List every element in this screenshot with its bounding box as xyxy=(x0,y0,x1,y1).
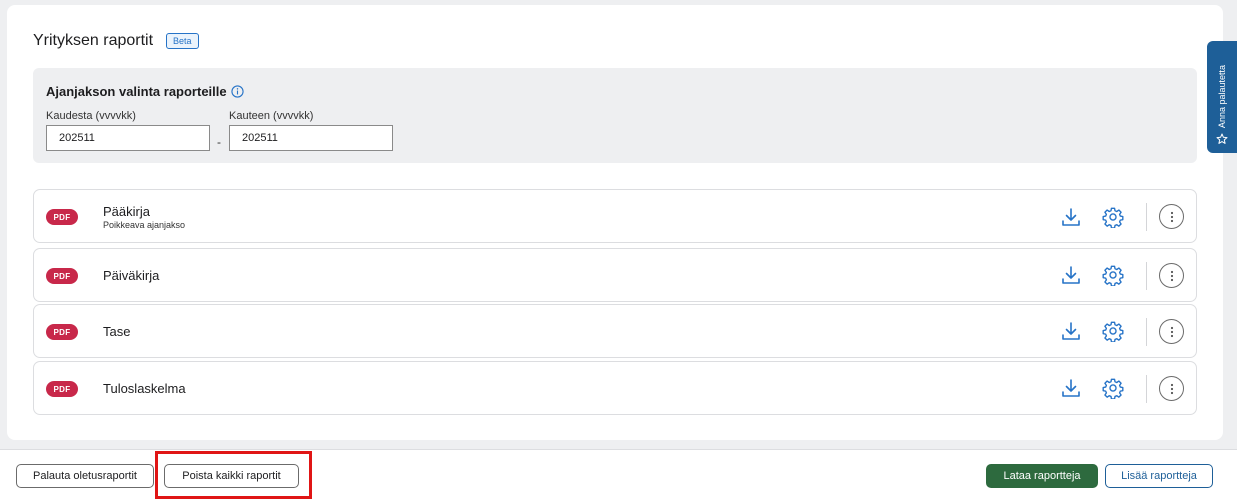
info-icon[interactable] xyxy=(230,85,244,98)
report-name: Tuloslaskelma xyxy=(103,381,186,396)
report-row-paakirja[interactable]: PDF Pääkirja Poikkeava ajanjakso xyxy=(33,189,1197,243)
download-icon[interactable] xyxy=(1059,205,1083,229)
report-row-tuloslaskelma[interactable]: PDF Tuloslaskelma xyxy=(33,361,1197,415)
gear-icon[interactable] xyxy=(1101,319,1125,343)
row-divider xyxy=(1146,262,1147,290)
reports-card: Yrityksen raportit Beta Ajanjakson valin… xyxy=(7,5,1223,440)
title-row: Yrityksen raportit Beta xyxy=(33,32,199,50)
period-heading: Ajanjakson valinta raporteille xyxy=(46,84,244,99)
highlight-frame xyxy=(155,451,312,499)
beta-badge: Beta xyxy=(166,33,199,49)
report-row-paivakirja[interactable]: PDF Päiväkirja xyxy=(33,248,1197,302)
pdf-badge: PDF xyxy=(46,268,78,284)
page-title: Yrityksen raportit xyxy=(33,32,154,49)
more-vertical-icon[interactable] xyxy=(1159,204,1184,229)
pdf-badge: PDF xyxy=(46,209,78,225)
download-icon[interactable] xyxy=(1059,263,1083,287)
row-divider xyxy=(1146,318,1147,346)
feedback-tab[interactable]: Anna palautetta xyxy=(1207,41,1237,153)
row-divider xyxy=(1146,203,1147,231)
report-name: Päiväkirja xyxy=(103,268,160,283)
from-period-input[interactable] xyxy=(46,125,210,151)
download-icon[interactable] xyxy=(1059,319,1083,343)
download-icon[interactable] xyxy=(1059,376,1083,400)
more-vertical-icon[interactable] xyxy=(1159,376,1184,401)
period-selection: Ajanjakson valinta raporteille Kaudesta … xyxy=(33,68,1197,163)
pdf-badge: PDF xyxy=(46,324,78,340)
report-row-tase[interactable]: PDF Tase xyxy=(33,304,1197,358)
pdf-badge: PDF xyxy=(46,381,78,397)
row-divider xyxy=(1146,375,1147,403)
to-period-label: Kauteen (vvvvkk) xyxy=(229,110,314,122)
star-icon xyxy=(1216,133,1228,144)
to-period-input[interactable] xyxy=(229,125,393,151)
report-name: Pääkirja xyxy=(103,204,150,219)
period-separator: - xyxy=(217,135,221,149)
report-subtitle: Poikkeava ajanjakso xyxy=(103,220,186,230)
download-reports-button[interactable]: Lataa raportteja xyxy=(986,464,1098,488)
period-heading-text: Ajanjakson valinta raporteille xyxy=(46,84,227,99)
report-name: Tase xyxy=(103,324,131,339)
gear-icon[interactable] xyxy=(1101,205,1125,229)
gear-icon[interactable] xyxy=(1101,263,1125,287)
from-period-label: Kaudesta (vvvvkk) xyxy=(46,110,136,122)
restore-default-reports-button[interactable]: Palauta oletusraportit xyxy=(16,464,154,488)
more-vertical-icon[interactable] xyxy=(1159,319,1184,344)
more-vertical-icon[interactable] xyxy=(1159,263,1184,288)
feedback-label: Anna palautetta xyxy=(1217,64,1227,128)
gear-icon[interactable] xyxy=(1101,376,1125,400)
add-reports-button[interactable]: Lisää raportteja xyxy=(1105,464,1213,488)
